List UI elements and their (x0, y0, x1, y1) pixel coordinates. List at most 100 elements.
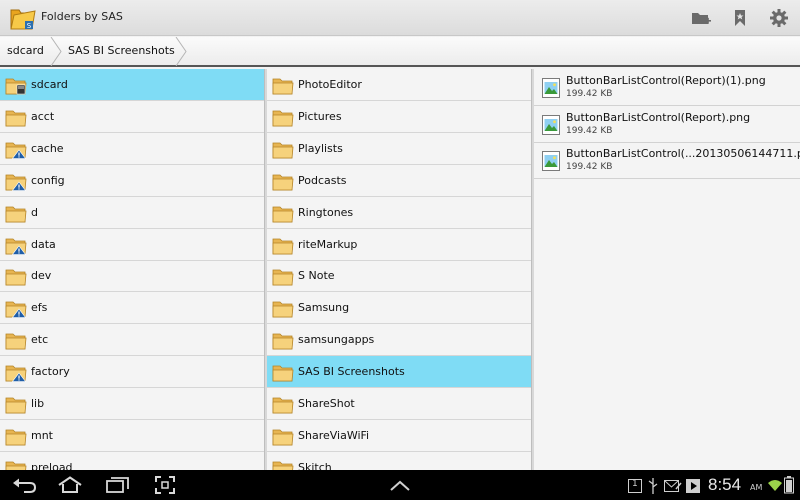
image-file-icon (542, 151, 560, 171)
folder-icon (272, 173, 294, 191)
sdcard-folder-icon (5, 77, 27, 95)
breadcrumb-item-sdcard[interactable]: sdcard (7, 37, 44, 65)
folder-item-ritemarkup[interactable]: riteMarkup (267, 229, 531, 261)
wifi-icon (768, 477, 782, 496)
bookmark-icon[interactable] (728, 6, 752, 30)
app-window: S Folders by SAS sdcard SAS BI Screensho… (0, 0, 800, 500)
folder-item-label: lib (31, 397, 45, 410)
file-size: 199.42 KB (566, 162, 613, 172)
image-file-icon (542, 78, 560, 98)
folder-item-label: SAS BI Screenshots (298, 365, 405, 379)
folder-warning-icon (5, 141, 27, 159)
usb-icon (648, 478, 658, 498)
folder-item-sdcard[interactable]: sdcard (0, 69, 264, 101)
folder-item-label: samsungapps (298, 333, 375, 347)
new-folder-icon[interactable] (689, 6, 713, 30)
folder-item-label: d (31, 205, 38, 219)
folder-item-d[interactable]: d (0, 197, 264, 229)
folder-item-data[interactable]: data (0, 229, 264, 261)
folder-item-label: sdcard (31, 78, 68, 91)
file-item[interactable]: ButtonBarListControl(Report)(1).png 199.4… (534, 69, 800, 106)
folder-icon (5, 268, 27, 286)
app-logo-icon[interactable]: S (8, 4, 36, 32)
folder-item-samsungapps[interactable]: samsungapps (267, 324, 531, 357)
breadcrumb: sdcard SAS BI Screenshots (0, 37, 800, 67)
folder-item-s-note[interactable]: S Note (267, 260, 531, 293)
folder-icon (272, 396, 294, 414)
mail-icon (664, 478, 682, 497)
folder-icon (272, 268, 294, 286)
folder-item-pictures[interactable]: Pictures (267, 101, 531, 133)
folder-item-label: config (31, 173, 65, 187)
folder-item-label: preload (31, 460, 73, 470)
folder-warning-icon (5, 364, 27, 382)
folder-icon (5, 460, 27, 470)
folder-item-mnt[interactable]: mnt (0, 420, 264, 452)
folder-column-root[interactable]: sdcard acct cache config d data dev efs etc facto… (0, 69, 264, 470)
folder-column-sdcard[interactable]: PhotoEditor Pictures Playlists Podcasts Ring… (267, 69, 531, 470)
folder-icon (272, 205, 294, 223)
file-item[interactable]: ButtonBarListControl(Report).png 199.42 K… (534, 106, 800, 143)
folder-item-label: mnt (31, 428, 53, 442)
folder-item-cache[interactable]: cache (0, 133, 264, 165)
folder-item-preload[interactable]: preload (0, 452, 264, 470)
folder-item-dev[interactable]: dev (0, 260, 264, 293)
folder-item-sas-bi-screenshots[interactable]: SAS BI Screenshots (267, 356, 531, 389)
system-bar: 1 8:54 AM (0, 470, 800, 500)
breadcrumb-separator-icon (175, 37, 187, 66)
breadcrumb-separator-icon (50, 37, 62, 66)
folder-icon (272, 237, 294, 255)
folder-item-shareviawifi[interactable]: ShareViaWiFi (267, 420, 531, 452)
folder-item-label: Ringtones (298, 205, 354, 219)
folder-icon (272, 109, 294, 127)
folder-item-label: Podcasts (298, 173, 347, 187)
folder-item-shareshot[interactable]: ShareShot (267, 388, 531, 420)
folder-icon (272, 364, 294, 382)
file-size: 199.42 KB (566, 89, 613, 99)
breadcrumb-item-sas-bi-screenshots[interactable]: SAS BI Screenshots (68, 37, 175, 65)
file-name: ButtonBarListControl(...20130506144711.p… (566, 147, 800, 160)
notification-count: 1 (632, 479, 638, 489)
folder-item-label: ShareShot (298, 397, 355, 410)
folder-warning-icon (5, 173, 27, 191)
recent-apps-icon[interactable] (103, 473, 133, 497)
folder-item-acct[interactable]: acct (0, 101, 264, 133)
folder-icon (272, 77, 294, 95)
action-bar: S Folders by SAS (0, 0, 800, 36)
folder-item-factory[interactable]: factory (0, 356, 264, 389)
folder-icon (5, 428, 27, 446)
folder-item-efs[interactable]: efs (0, 292, 264, 325)
folder-item-lib[interactable]: lib (0, 388, 264, 420)
clock-am-pm: AM (750, 483, 763, 492)
file-column-sas-bi-screenshots[interactable]: ButtonBarListControl(Report)(1).png 199.4… (534, 69, 800, 470)
folder-icon (5, 332, 27, 350)
folder-icon (5, 205, 27, 223)
folder-icon (5, 109, 27, 127)
folder-item-label: factory (31, 365, 70, 379)
chevron-up-icon[interactable] (385, 473, 415, 497)
folder-item-config[interactable]: config (0, 165, 264, 197)
folder-icon (5, 396, 27, 414)
folder-item-label: Skitch (298, 460, 332, 470)
battery-icon (784, 476, 794, 498)
folder-icon (272, 332, 294, 350)
folder-item-etc[interactable]: etc (0, 324, 264, 357)
home-icon[interactable] (55, 473, 85, 497)
folder-item-skitch[interactable]: Skitch (267, 452, 531, 470)
back-icon[interactable] (10, 473, 40, 497)
folder-icon (272, 300, 294, 318)
folder-item-playlists[interactable]: Playlists (267, 133, 531, 165)
folder-icon (272, 428, 294, 446)
folder-item-label: S Note (298, 269, 335, 283)
settings-icon[interactable] (767, 6, 791, 30)
clock: 8:54 (708, 475, 742, 494)
media-player-icon (686, 478, 700, 497)
folder-item-samsung[interactable]: Samsung (267, 292, 531, 325)
screenshot-icon[interactable] (150, 473, 180, 497)
file-item[interactable]: ButtonBarListControl(...20130506144711.p… (534, 142, 800, 179)
folder-item-ringtones[interactable]: Ringtones (267, 197, 531, 229)
folder-item-label: acct (31, 109, 55, 123)
folder-item-label: dev (31, 269, 52, 283)
folder-item-photoeditor[interactable]: PhotoEditor (267, 69, 531, 101)
folder-item-podcasts[interactable]: Podcasts (267, 165, 531, 197)
